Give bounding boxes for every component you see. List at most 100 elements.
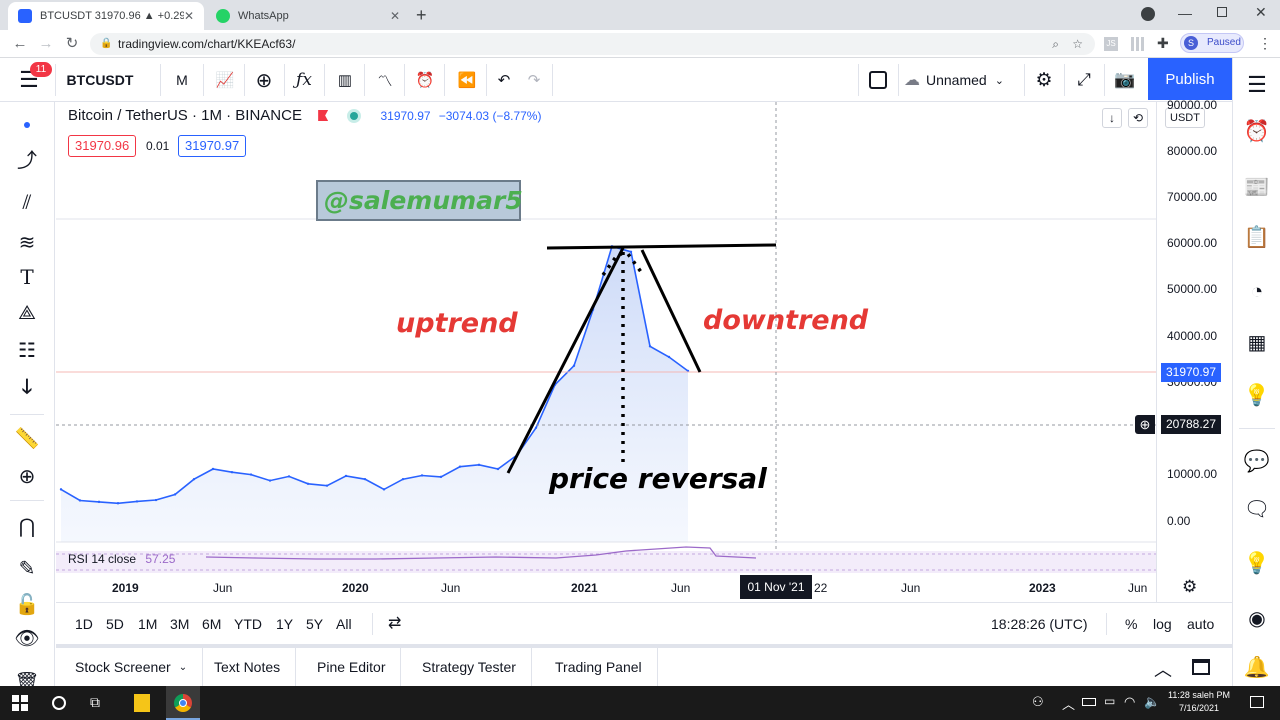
prediction-tool-icon[interactable]: ☷ xyxy=(12,336,42,366)
symbol-search-button[interactable]: BTCUSDT xyxy=(60,58,140,102)
taskbar-clock[interactable]: 11:28 saleh PM 7/16/2021 xyxy=(1164,689,1234,715)
symbol-description[interactable]: Bitcoin / TetherUS · 1M · BINANCE xyxy=(68,107,302,124)
chart-settings-gear-icon[interactable]: ⚙ xyxy=(1182,577,1197,597)
utc-clock[interactable]: 18:28:26 (UTC) xyxy=(991,616,1087,632)
range-button-1y[interactable]: 1Y xyxy=(276,616,293,632)
interval-button[interactable]: M xyxy=(166,58,198,102)
percent-toggle[interactable]: % xyxy=(1125,616,1137,632)
windows-start-icon[interactable] xyxy=(12,695,28,711)
redo-icon[interactable]: ↷ xyxy=(520,58,548,102)
ruler-icon[interactable]: 📏 xyxy=(12,424,42,454)
flag-icon[interactable] xyxy=(318,110,329,121)
lock-drawings-icon[interactable]: ✎ xyxy=(12,554,42,584)
range-button-3m[interactable]: 3M xyxy=(170,616,189,632)
wifi-icon[interactable]: ◠ xyxy=(1124,694,1135,710)
alerts-clock-icon[interactable]: ⏰ xyxy=(1243,120,1271,148)
tab-strategy-tester[interactable]: Strategy Tester xyxy=(407,648,532,686)
action-center-icon[interactable] xyxy=(1250,696,1264,708)
close-tab-icon[interactable]: ✕ xyxy=(390,9,400,23)
trend-line-icon[interactable]: ⫽ xyxy=(12,188,42,218)
chart-pane[interactable]: @salemumar5 uptrend downtrend price reve… xyxy=(56,102,1156,602)
search-circle-icon[interactable] xyxy=(52,696,66,710)
extensions-puzzle-icon[interactable]: ✚ xyxy=(1157,35,1169,52)
ideas-list-icon[interactable]: 📋 xyxy=(1243,226,1271,254)
dot-icon[interactable] xyxy=(24,122,30,128)
layout-name-button[interactable]: ☁ Unnamed ⌄ xyxy=(904,58,1024,102)
network-icon[interactable]: ▭ xyxy=(1104,694,1115,708)
compare-add-icon[interactable]: ⊕ xyxy=(248,58,280,102)
private-chat-icon[interactable]: 🗨 xyxy=(1243,498,1271,526)
help-lightbulb-icon[interactable]: 💡 xyxy=(1243,552,1271,580)
replay-icon[interactable]: ⏪ xyxy=(450,58,484,102)
pattern-tool-icon[interactable]: ⟁ xyxy=(12,298,42,328)
tab-trading-panel[interactable]: Trading Panel xyxy=(540,648,658,686)
layout-square-icon[interactable] xyxy=(862,58,894,102)
camera-snapshot-icon[interactable]: 📷 xyxy=(1108,58,1142,102)
battery-icon[interactable] xyxy=(1082,698,1096,706)
people-icon[interactable]: ⚇ xyxy=(1032,694,1044,710)
range-button-all[interactable]: All xyxy=(336,616,352,632)
tab-search-icon[interactable] xyxy=(1141,7,1155,21)
range-button-ytd[interactable]: YTD xyxy=(234,616,262,632)
browser-tab-tradingview[interactable]: BTCUSDT 31970.96 ▲ +0.29% Ur ✕ xyxy=(8,2,204,30)
chats-icon[interactable]: 💬 xyxy=(1243,450,1271,478)
tab-text-notes[interactable]: Text Notes xyxy=(199,648,297,686)
range-button-5d[interactable]: 5D xyxy=(106,616,124,632)
settings-gear-icon[interactable]: ⚙ xyxy=(1028,58,1060,102)
ideas-lightbulb-icon[interactable]: 💡 xyxy=(1243,384,1271,412)
undo-icon[interactable]: ↶ xyxy=(490,58,518,102)
magnet-icon[interactable]: ⋂ xyxy=(12,512,42,542)
publish-button[interactable]: Publish xyxy=(1148,58,1232,100)
extension-js-icon[interactable]: JS xyxy=(1104,37,1118,51)
buy-price-box[interactable]: 31970.97 xyxy=(178,135,247,157)
price-chart[interactable] xyxy=(56,102,1156,602)
calendar-icon[interactable]: ▦ xyxy=(1243,330,1271,358)
cursor-crosshair-icon[interactable]: ⤴ xyxy=(12,146,42,176)
templates-icon[interactable]: ▥ xyxy=(328,58,362,102)
tray-chevron-up-icon[interactable]: ︿ xyxy=(1062,694,1075,713)
kebab-menu-icon[interactable]: ⋮ xyxy=(1258,35,1272,52)
add-alert-plus-icon[interactable]: ⊕ xyxy=(1135,415,1155,434)
notifications-bell-icon[interactable]: 🔔 xyxy=(1243,656,1271,678)
sell-price-box[interactable]: 31970.96 xyxy=(68,135,137,157)
alert-clock-icon[interactable]: ⏰ xyxy=(408,58,442,102)
forward-arrow-icon[interactable]: → xyxy=(36,34,56,54)
extension-grid-icon[interactable] xyxy=(1131,37,1145,51)
maximize-button[interactable] xyxy=(1217,7,1227,17)
text-tool-icon[interactable]: T xyxy=(12,262,42,292)
url-field[interactable]: 🔒 tradingview.com/chart/KKEAcf63/ ⌕ ☆ xyxy=(90,33,1095,55)
range-button-1d[interactable]: 1D xyxy=(75,616,93,632)
bookmark-star-icon[interactable]: ☆ xyxy=(1072,33,1083,55)
broadcast-icon[interactable]: ◉ xyxy=(1243,606,1271,634)
new-tab-button[interactable]: + xyxy=(416,5,427,26)
indicators-fx-icon[interactable]: ƒx xyxy=(288,58,320,102)
reload-icon[interactable]: ↻ xyxy=(62,34,82,54)
zoom-icon[interactable]: ⌕ xyxy=(1052,33,1059,55)
tab-pine-editor[interactable]: Pine Editor xyxy=(302,648,402,686)
maximize-panel-icon[interactable] xyxy=(1192,659,1210,675)
news-icon[interactable]: 📰 xyxy=(1243,176,1271,204)
close-tab-icon[interactable]: ✕ xyxy=(184,9,194,23)
arrow-down-icon[interactable]: 🡓 xyxy=(12,372,42,402)
time-axis[interactable]: 2019 Jun 2020 Jun 2021 Jun 22 Jun 2023 Jun 01 Nov… xyxy=(56,573,1197,602)
task-view-icon[interactable]: ⧉ xyxy=(90,694,100,711)
chrome-icon[interactable] xyxy=(166,686,200,720)
price-axis[interactable]: USDT 90000.00 80000.00 70000.00 60000.00 500… xyxy=(1135,98,1232,602)
tab-stock-screener[interactable]: Stock Screener ⌄ xyxy=(60,648,204,686)
rsi-legend[interactable]: RSI 14 close 57.25 xyxy=(68,552,175,566)
auto-toggle[interactable]: auto xyxy=(1187,616,1214,632)
bar-style-icon[interactable]: 📈 xyxy=(208,58,242,102)
range-button-1m[interactable]: 1M xyxy=(138,616,157,632)
back-arrow-icon[interactable]: ← xyxy=(10,34,30,54)
strategy-icon[interactable]: 〽 xyxy=(368,58,402,102)
watchlist-icon[interactable]: ☰ xyxy=(1243,72,1271,100)
profile-button[interactable]: S Paused xyxy=(1180,33,1244,53)
reset-chart-icon[interactable]: ⟲ xyxy=(1128,108,1148,128)
range-button-5y[interactable]: 5Y xyxy=(306,616,323,632)
file-explorer-icon[interactable] xyxy=(134,694,150,712)
lock-icon[interactable]: 🔓 xyxy=(12,590,42,620)
trash-icon[interactable]: 🗑 xyxy=(12,668,42,686)
minimize-button[interactable]: — xyxy=(1178,5,1192,21)
streams-icon[interactable]: ◔ xyxy=(1243,280,1271,308)
browser-tab-whatsapp[interactable]: WhatsApp ✕ xyxy=(206,2,410,30)
